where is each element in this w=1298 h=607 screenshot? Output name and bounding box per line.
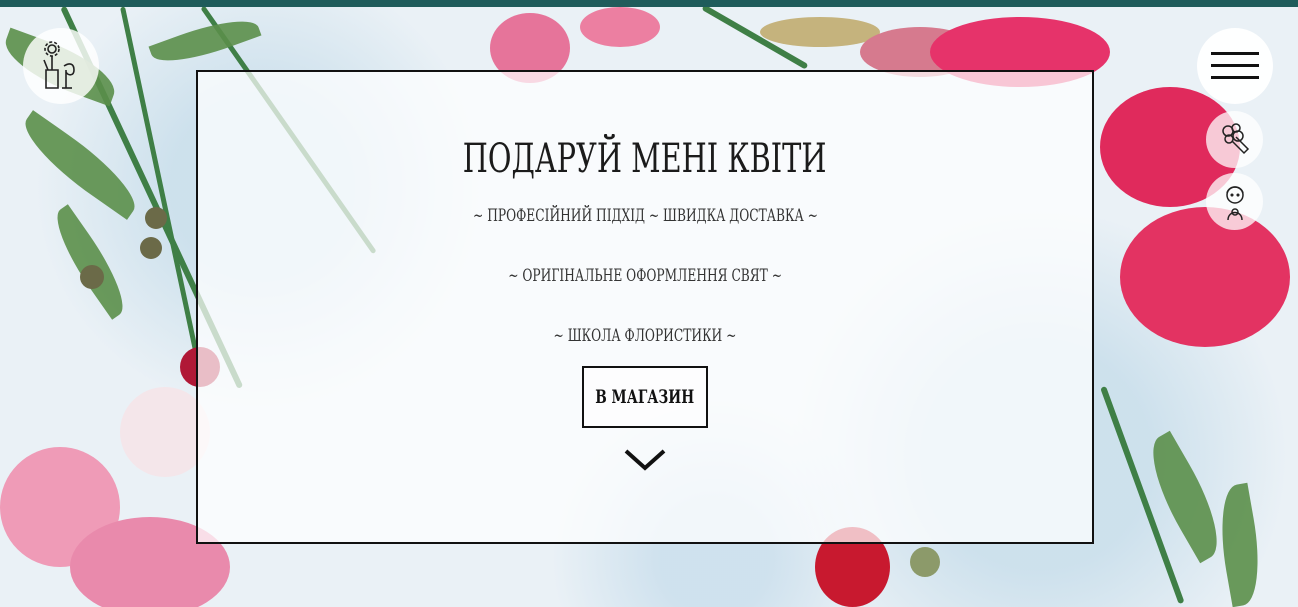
bud-decoration bbox=[910, 547, 940, 577]
bud-decoration bbox=[760, 17, 880, 47]
flower-decoration bbox=[1120, 207, 1290, 347]
leaf-decoration bbox=[43, 204, 137, 320]
tagline-events: ~ ОРИГІНАЛЬНЕ ОФОРМЛЕННЯ СВЯТ ~ bbox=[508, 266, 782, 286]
florist-girl-icon bbox=[1225, 185, 1244, 220]
page-title: ПОДАРУЙ МЕНІ КВІТИ bbox=[463, 136, 827, 182]
bud-decoration bbox=[145, 207, 167, 229]
logo[interactable] bbox=[23, 28, 99, 104]
top-accent-bar bbox=[0, 0, 1298, 7]
bud-decoration bbox=[80, 265, 104, 289]
shop-button[interactable]: В МАГАЗИН bbox=[582, 366, 708, 428]
flower-vase-icon bbox=[43, 41, 75, 89]
chevron-down-icon[interactable] bbox=[624, 448, 666, 472]
bouquet-icon bbox=[1221, 122, 1249, 154]
leaf-decoration bbox=[1211, 482, 1269, 607]
hero-card: ПОДАРУЙ МЕНІ КВІТИ ~ ПРОФЕСІЙНИЙ ПІДХІД … bbox=[196, 70, 1094, 544]
leaf-decoration bbox=[1135, 430, 1235, 564]
florist-button[interactable] bbox=[1206, 173, 1263, 230]
hamburger-menu-icon bbox=[1211, 52, 1259, 79]
leaf-decoration bbox=[12, 110, 148, 220]
tagline-school: ~ ШКОЛА ФЛОРИСТИКИ ~ bbox=[553, 326, 737, 346]
stem-decoration bbox=[120, 7, 204, 380]
menu-button[interactable] bbox=[1197, 28, 1273, 104]
shop-button-label: В МАГАЗИН bbox=[595, 386, 695, 408]
tagline-service: ~ ПРОФЕСІЙНИЙ ПІДХІД ~ ШВИДКА ДОСТАВКА ~ bbox=[472, 206, 818, 226]
bouquet-button[interactable] bbox=[1206, 111, 1263, 168]
bud-decoration bbox=[140, 237, 162, 259]
flower-decoration bbox=[580, 7, 660, 47]
